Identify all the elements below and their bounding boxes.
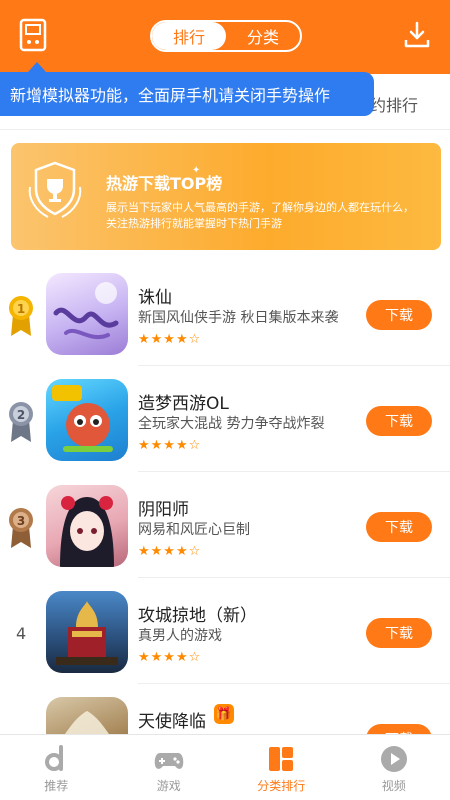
download-button[interactable]: 下载 (366, 406, 432, 436)
tooltip-text: 新增模拟器功能，全面屏手机请关闭手势操作 (10, 86, 331, 105)
silver-medal-icon: 2 (7, 400, 35, 444)
app-description: 网易和风匠心巨制 (138, 522, 250, 538)
download-button[interactable]: 下载 (366, 300, 432, 330)
app-description: 真男人的游戏 (138, 628, 222, 644)
bottom-tab-bar: 推荐 游戏 分类排行 视频 (0, 734, 450, 800)
row-divider (138, 683, 450, 684)
download-button[interactable]: 下载 (366, 618, 432, 648)
zaomeng-app-icon[interactable] (46, 379, 128, 461)
app-description: 全玩家大混战 势力争夺战炸裂 (138, 416, 325, 432)
video-play-icon (380, 746, 407, 772)
app-name: 诛仙 (138, 288, 172, 308)
recommend-icon (45, 745, 64, 771)
tab-label: 游戏 (156, 779, 181, 793)
rating-stars: ★★★★☆ (138, 332, 202, 347)
app-name: 造梦西游OL (138, 394, 229, 414)
simulator-tooltip[interactable]: 新增模拟器功能，全面屏手机请关闭手势操作 (0, 72, 374, 116)
tab-video[interactable]: 视频 (338, 735, 450, 800)
app-name: 天使降临 (138, 712, 206, 732)
app-description: 新国风仙侠手游 秋日集版本来袭 (138, 310, 339, 326)
sub-category-label[interactable]: 约排行 (370, 92, 418, 116)
rank-3-label: 3 (17, 514, 25, 528)
bronze-medal-icon: 3 (7, 506, 35, 550)
rank-2-label: 2 (17, 408, 25, 422)
app-name: 阴阳师 (138, 500, 189, 520)
tab-category-rank[interactable]: 分类排行 (225, 735, 338, 800)
rank-1-label: 1 (17, 302, 25, 316)
tab-recommend[interactable]: 推荐 (0, 735, 113, 800)
banner-subtitle: 展示当下玩家中人气最高的手游，了解你身边的人都在玩什么，关注热游排行就能掌握时下… (106, 201, 414, 230)
category-rank-icon (269, 747, 294, 771)
download-button[interactable]: 下载 (366, 512, 432, 542)
gongcheng-app-icon[interactable] (46, 591, 128, 673)
rating-stars: ★★★★☆ (138, 650, 202, 665)
rank-number: 4 (16, 624, 27, 643)
top-segmented-control: 排行 分类 (150, 20, 302, 52)
trophy-emblem-icon (22, 157, 88, 223)
tab-category[interactable]: 分类 (226, 22, 300, 50)
gift-badge-icon: 🎁 (214, 704, 234, 724)
tab-label: 推荐 (44, 779, 69, 793)
banner-title: 热游下载TOP榜 (106, 174, 223, 193)
rating-stars: ★★★★☆ (138, 544, 202, 559)
tab-label: 视频 (381, 779, 406, 793)
top-header: 排行 分类 (0, 0, 450, 74)
download-icon[interactable] (402, 20, 432, 50)
tooltip-arrow (28, 62, 46, 72)
app-name: 攻城掠地（新） (138, 606, 257, 626)
tab-label: 分类排行 (257, 779, 306, 793)
simulator-device-icon[interactable] (18, 18, 48, 52)
rating-stars: ★★★★☆ (138, 438, 202, 453)
tab-games[interactable]: 游戏 (113, 735, 226, 800)
yinyangshi-app-icon[interactable] (46, 485, 128, 567)
tab-ranking[interactable]: 排行 (152, 22, 226, 50)
gold-medal-icon: 1 (7, 294, 35, 338)
gamepad-icon (154, 753, 184, 769)
zhuxian-app-icon[interactable] (46, 273, 128, 355)
